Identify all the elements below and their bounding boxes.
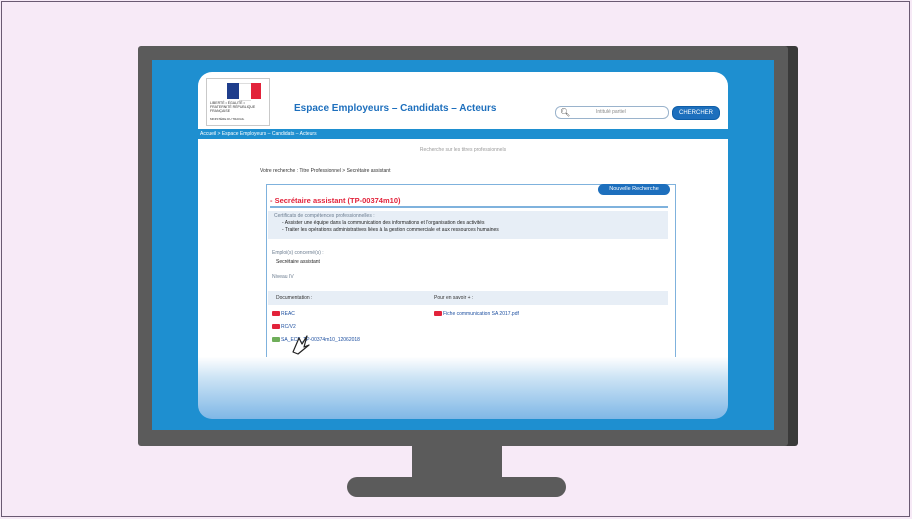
title-divider — [270, 206, 668, 208]
certificates-panel: Certificats de compétences professionnel… — [268, 211, 668, 239]
doc-link-label: RC/V2 — [281, 324, 296, 330]
pdf-icon — [272, 324, 280, 330]
nav-bar: Accueil > Espace Employeurs – Candidats … — [198, 129, 728, 139]
ministry-name: MINISTÈRE DU TRAVAIL — [210, 117, 245, 121]
flag-white-stripe — [239, 83, 251, 101]
documentation-header: Documentation : Pour en savoir + : — [268, 291, 668, 305]
breadcrumb[interactable]: Accueil > Espace Employeurs – Candidats … — [200, 131, 317, 137]
flag-blue-stripe — [227, 83, 239, 99]
doc-link-rcv2[interactable]: RC/V2 — [272, 324, 296, 330]
web-page: Liberté • Égalité • Fraternité RÉPUBLIQU… — [198, 72, 728, 419]
pdf-icon — [434, 311, 442, 317]
level-label: Niveau IV — [272, 274, 294, 280]
monitor-stand-base — [347, 477, 566, 497]
spreadsheet-icon — [272, 337, 280, 343]
page-subtitle: Recherche sur les titres professionnels — [419, 147, 507, 153]
search-icon: 🔍︎ — [560, 108, 571, 117]
search-placeholder: Intitulé partiel — [596, 109, 626, 115]
documentation-title: Documentation : — [276, 295, 313, 301]
pdf-icon — [272, 311, 280, 317]
result-title: - Secrétaire assistant (TP-00374m10) — [270, 196, 401, 205]
new-search-button[interactable]: Nouvelle Recherche — [598, 184, 670, 195]
certificate-item: - Traiter les opérations administratives… — [282, 227, 499, 233]
republique-logo[interactable]: Liberté • Égalité • Fraternité RÉPUBLIQU… — [206, 78, 270, 126]
certificates-title: Certificats de compétences professionnel… — [274, 213, 375, 219]
doc-link-ecf[interactable]: SA_ECF_TP-00374m10_12062018 — [272, 337, 360, 343]
jobs-title: Emploi(s) concerné(s) : — [272, 250, 324, 256]
hand-cursor-icon — [292, 335, 310, 355]
flag-red-stripe — [251, 83, 261, 99]
doc-link-label: Fiche communication SA 2017.pdf — [443, 311, 519, 317]
result-panel — [266, 184, 676, 357]
doc-link-label: REAC — [281, 311, 295, 317]
site-title: Espace Employeurs – Candidats – Acteurs — [294, 103, 497, 114]
search-button[interactable]: CHERCHER — [672, 106, 720, 120]
jobs-value: Secrétaire assistant — [276, 259, 320, 265]
monitor-screen: Liberté • Égalité • Fraternité RÉPUBLIQU… — [152, 60, 774, 430]
certificate-item: - Assister une équipe dans la communicat… — [282, 220, 485, 226]
search-recap: Votre recherche : Titre Professionnel > … — [260, 168, 391, 174]
search-input[interactable]: 🔍︎ Intitulé partiel — [555, 106, 669, 119]
doc-link-reac[interactable]: REAC — [272, 311, 295, 317]
more-info-title: Pour en savoir + : — [434, 295, 474, 301]
doc-link-fiche[interactable]: Fiche communication SA 2017.pdf — [434, 311, 519, 317]
logo-text: Liberté • Égalité • Fraternité RÉPUBLIQU… — [210, 101, 256, 113]
